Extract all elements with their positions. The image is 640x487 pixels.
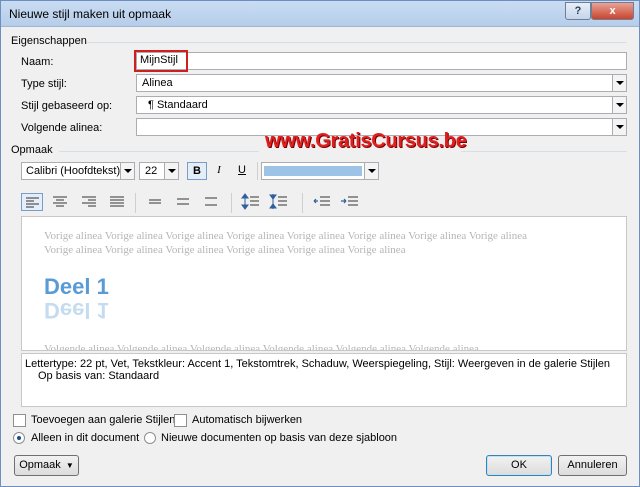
only-this-document-label: Alleen in dit document [31, 432, 140, 444]
chevron-down-icon[interactable] [612, 119, 626, 135]
only-this-document-radio[interactable] [13, 432, 25, 444]
type-value: Alinea [142, 77, 173, 89]
font-select[interactable]: Calibri (Hoofdtekst) [21, 162, 135, 180]
watermark-text: www.GratisCursus.be [265, 130, 467, 152]
increase-indent-button[interactable] [339, 193, 361, 211]
indent-icon [341, 196, 358, 206]
increase-paragraph-spacing-button[interactable] [240, 193, 262, 211]
add-to-gallery-label: Toevoegen aan galerie Stijlen [31, 414, 176, 426]
chevron-down-icon[interactable] [364, 163, 378, 179]
next-paragraph-line: Volgende alinea Volgende alinea Volgende… [44, 343, 479, 351]
underline-button[interactable]: U [232, 162, 252, 180]
line-spacing-onehalf-icon [177, 198, 189, 205]
properties-group-label: Eigenschappen [11, 35, 87, 47]
description-line: Lettertype: 22 pt, Vet, Tekstkleur: Acce… [25, 358, 610, 370]
align-center-button[interactable] [49, 193, 71, 211]
formatting-group-label: Opmaak [11, 144, 53, 156]
line-spacing-double-icon [205, 197, 217, 206]
font-value: Calibri (Hoofdtekst) [26, 165, 121, 177]
justify-button[interactable] [106, 193, 128, 211]
one-half-spacing-button[interactable] [172, 193, 194, 211]
style-description: Lettertype: 22 pt, Vet, Tekstkleur: Acce… [21, 353, 627, 407]
new-documents-radio[interactable] [144, 432, 156, 444]
italic-button[interactable]: I [209, 162, 229, 180]
decrease-indent-button[interactable] [311, 193, 333, 211]
chevron-down-icon[interactable] [164, 163, 178, 179]
ok-button[interactable]: OK [486, 455, 552, 476]
single-spacing-button[interactable] [144, 193, 166, 211]
name-highlight-box [134, 50, 188, 72]
formatting-divider [59, 151, 259, 152]
previous-paragraph-line: Vorige alinea Vorige alinea Vorige aline… [44, 244, 406, 256]
title-bar: Nieuwe stijl maken uit opmaak ? x [1, 1, 639, 27]
dialog-title: Nieuwe stijl maken uit opmaak [9, 7, 172, 21]
align-left-icon [26, 197, 39, 208]
spacing-decrease-icon [269, 194, 287, 209]
chevron-down-icon[interactable] [120, 163, 134, 179]
style-preview: Vorige alinea Vorige alinea Vorige aline… [21, 216, 627, 351]
spacing-increase-icon [241, 193, 259, 210]
toolbar-separator [135, 193, 136, 213]
format-menu-button[interactable]: Opmaak ▼ [14, 455, 79, 476]
font-color-select[interactable] [261, 162, 379, 180]
align-center-icon [53, 196, 67, 207]
outdent-icon [313, 196, 330, 206]
toolbar-separator [257, 162, 258, 180]
based-on-value: ¶ Standaard [148, 99, 208, 111]
chevron-down-icon: ▼ [65, 461, 74, 470]
close-button[interactable]: x [591, 2, 634, 20]
toolbar-separator [231, 193, 232, 213]
name-label: Naam: [21, 56, 54, 68]
type-select[interactable]: Alinea [136, 74, 627, 92]
toolbar-separator [302, 193, 303, 213]
name-input[interactable] [136, 52, 627, 70]
align-right-button[interactable] [78, 193, 100, 211]
auto-update-checkbox[interactable] [174, 414, 187, 427]
formatting-divider-right [461, 151, 627, 152]
cancel-button[interactable]: Annuleren [558, 455, 627, 476]
bold-button[interactable]: B [187, 162, 207, 180]
new-documents-label: Nieuwe documenten op basis van deze sjab… [161, 432, 398, 444]
description-line: Op basis van: Standaard [38, 370, 160, 382]
chevron-down-icon[interactable] [612, 97, 626, 113]
properties-divider [87, 42, 627, 43]
next-paragraph-label: Volgende alinea: [21, 122, 103, 134]
chevron-down-icon[interactable] [612, 75, 626, 91]
size-select[interactable]: 22 [139, 162, 179, 180]
line-spacing-single-icon [149, 199, 161, 204]
auto-update-label: Automatisch bijwerken [192, 414, 303, 426]
based-on-select[interactable]: ¶ Standaard [136, 96, 627, 114]
double-spacing-button[interactable] [200, 193, 222, 211]
add-to-gallery-checkbox[interactable] [13, 414, 26, 427]
type-label: Type stijl: [21, 78, 67, 90]
justify-icon [110, 196, 124, 207]
color-swatch [264, 166, 362, 176]
dialog-window: Nieuwe stijl maken uit opmaak ? x Eigens… [0, 0, 640, 487]
based-on-label: Stijl gebaseerd op: [21, 100, 113, 112]
previous-paragraph-line: Vorige alinea Vorige alinea Vorige aline… [44, 230, 527, 242]
decrease-paragraph-spacing-button[interactable] [268, 193, 290, 211]
align-right-icon [82, 196, 96, 207]
preview-heading-reflection: Deel 1 [44, 298, 109, 323]
format-menu-label: Opmaak [19, 459, 61, 471]
size-value: 22 [145, 165, 158, 177]
align-left-button[interactable] [21, 193, 43, 211]
help-button[interactable]: ? [565, 2, 591, 20]
